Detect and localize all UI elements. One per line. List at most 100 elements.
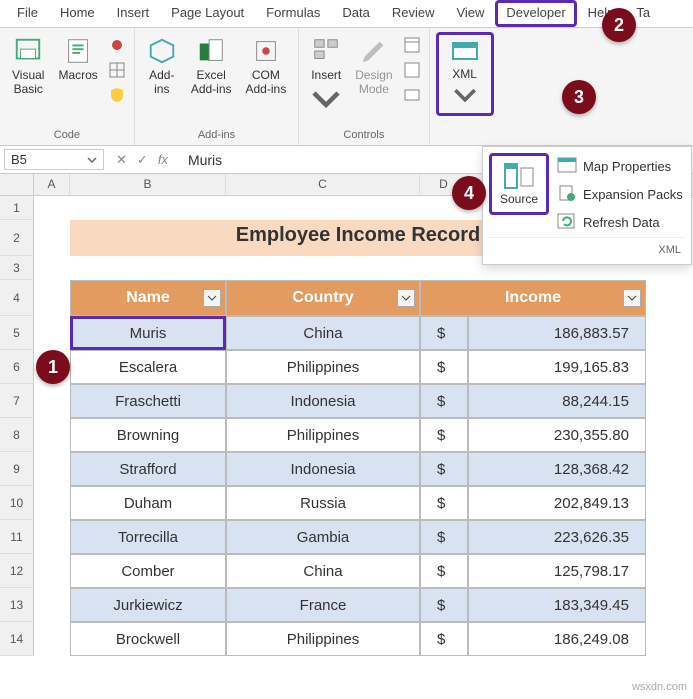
cell-name[interactable]: Muris [70, 316, 226, 350]
cell-income[interactable]: 202,849.13 [468, 486, 646, 520]
cell-currency[interactable]: $ [420, 350, 468, 384]
chevron-down-icon[interactable] [87, 155, 97, 165]
cell-currency[interactable]: $ [420, 418, 468, 452]
tab-page-layout[interactable]: Page Layout [160, 0, 255, 27]
cell-name[interactable]: Duham [70, 486, 226, 520]
filter-button-income[interactable] [623, 289, 641, 307]
cell-income[interactable]: 128,368.42 [468, 452, 646, 486]
tab-view[interactable]: View [445, 0, 495, 27]
tab-file[interactable]: File [6, 0, 49, 27]
formula-input[interactable]: Muris [176, 152, 222, 168]
row-header[interactable]: 14 [0, 622, 34, 656]
ribbon-tabs: File Home Insert Page Layout Formulas Da… [0, 0, 693, 28]
cell-currency[interactable]: $ [420, 554, 468, 588]
select-all-button[interactable] [0, 174, 34, 195]
row-header[interactable]: 1 [0, 196, 34, 220]
cell-country[interactable]: Indonesia [226, 452, 420, 486]
cell-income[interactable]: 223,626.35 [468, 520, 646, 554]
insert-controls-button[interactable]: Insert [305, 32, 347, 118]
cell-name[interactable]: Browning [70, 418, 226, 452]
cell-country[interactable]: Philippines [226, 622, 420, 656]
refresh-data-button[interactable]: Refresh Data [555, 211, 685, 233]
row-header[interactable]: 9 [0, 452, 34, 486]
cell-income[interactable]: 183,349.45 [468, 588, 646, 622]
cell-country[interactable]: Philippines [226, 350, 420, 384]
cell-income[interactable]: 186,249.08 [468, 622, 646, 656]
tab-home[interactable]: Home [49, 0, 106, 27]
xml-source-button[interactable]: Source [489, 153, 549, 215]
macros-button[interactable]: Macros [52, 32, 103, 86]
tab-insert[interactable]: Insert [106, 0, 161, 27]
cell-country[interactable]: Indonesia [226, 384, 420, 418]
cell-country[interactable]: China [226, 316, 420, 350]
cell-income[interactable]: 125,798.17 [468, 554, 646, 588]
cell-name[interactable]: Escalera [70, 350, 226, 384]
cell-country[interactable]: Gambia [226, 520, 420, 554]
chevron-down-icon [311, 84, 341, 114]
filter-button-name[interactable] [203, 289, 221, 307]
table-header-country: Country [226, 280, 420, 316]
addins-button[interactable]: Add- ins [141, 32, 183, 101]
cell-country[interactable]: China [226, 554, 420, 588]
design-mode-button[interactable]: Design Mode [349, 32, 398, 101]
tab-review[interactable]: Review [381, 0, 446, 27]
relative-ref-button[interactable] [108, 61, 126, 82]
cell-name[interactable]: Torrecilla [70, 520, 226, 554]
excel-addins-icon [196, 36, 226, 66]
cell-currency[interactable]: $ [420, 316, 468, 350]
row-header[interactable]: 12 [0, 554, 34, 588]
name-box[interactable]: B5 [4, 149, 104, 170]
cell-country[interactable]: Philippines [226, 418, 420, 452]
cell-currency[interactable]: $ [420, 520, 468, 554]
macro-security-button[interactable] [108, 86, 126, 107]
code-icon [403, 61, 421, 79]
cell-currency[interactable]: $ [420, 486, 468, 520]
col-header-b[interactable]: B [70, 174, 226, 195]
properties-button[interactable] [403, 36, 421, 57]
tab-developer[interactable]: Developer [495, 0, 576, 27]
tab-formulas[interactable]: Formulas [255, 0, 331, 27]
cell-currency[interactable]: $ [420, 622, 468, 656]
cell-currency[interactable]: $ [420, 452, 468, 486]
row-header[interactable]: 3 [0, 256, 34, 280]
view-code-button[interactable] [403, 61, 421, 82]
filter-button-country[interactable] [397, 289, 415, 307]
cell-country[interactable]: Russia [226, 486, 420, 520]
row-header[interactable]: 11 [0, 520, 34, 554]
cell-name[interactable]: Comber [70, 554, 226, 588]
row-header[interactable]: 4 [0, 280, 34, 316]
excel-addins-button[interactable]: Excel Add-ins [185, 32, 238, 101]
col-header-c[interactable]: C [226, 174, 420, 195]
run-dialog-button[interactable] [403, 86, 421, 107]
enter-icon[interactable]: ✓ [137, 152, 148, 168]
cell-currency[interactable]: $ [420, 384, 468, 418]
record-macro-button[interactable] [108, 36, 126, 57]
row-header[interactable]: 7 [0, 384, 34, 418]
row-header[interactable]: 13 [0, 588, 34, 622]
expansion-packs-button[interactable]: Expansion Packs [555, 183, 685, 205]
xml-button[interactable]: XML [436, 32, 494, 116]
cell-name[interactable]: Fraschetti [70, 384, 226, 418]
row-header[interactable]: 10 [0, 486, 34, 520]
cell-income[interactable]: 199,165.83 [468, 350, 646, 384]
cell-income[interactable]: 88,244.15 [468, 384, 646, 418]
cell-name[interactable]: Strafford [70, 452, 226, 486]
row-header[interactable]: 6 [0, 350, 34, 384]
com-addins-button[interactable]: COM Add-ins [240, 32, 293, 101]
row-header[interactable]: 2 [0, 220, 34, 256]
fx-icon[interactable]: fx [158, 152, 168, 167]
cell-currency[interactable]: $ [420, 588, 468, 622]
row-header[interactable]: 5 [0, 316, 34, 350]
tab-data[interactable]: Data [331, 0, 380, 27]
col-header-a[interactable]: A [34, 174, 70, 195]
cell-name[interactable]: Brockwell [70, 622, 226, 656]
map-properties-icon [557, 157, 577, 175]
cell-income[interactable]: 186,883.57 [468, 316, 646, 350]
cancel-icon[interactable]: ✕ [116, 152, 127, 168]
cell-income[interactable]: 230,355.80 [468, 418, 646, 452]
cell-name[interactable]: Jurkiewicz [70, 588, 226, 622]
cell-country[interactable]: France [226, 588, 420, 622]
row-header[interactable]: 8 [0, 418, 34, 452]
map-properties-button[interactable]: Map Properties [555, 155, 685, 177]
visual-basic-button[interactable]: Visual Basic [6, 32, 50, 101]
